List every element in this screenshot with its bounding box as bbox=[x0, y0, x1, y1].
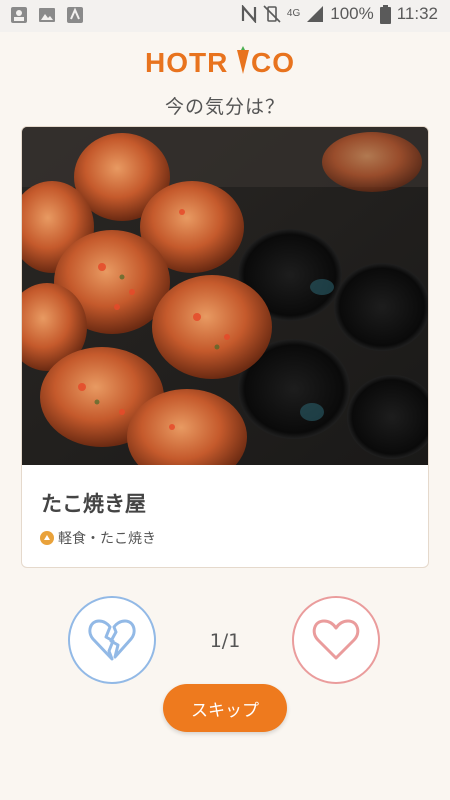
nfc-icon bbox=[241, 5, 256, 23]
like-button[interactable] bbox=[292, 596, 380, 684]
notification-icons bbox=[10, 5, 84, 25]
battery-percent: 100% bbox=[330, 4, 374, 23]
contact-card-icon bbox=[11, 7, 27, 23]
mood-prompt: 今の気分は？ bbox=[164, 96, 285, 118]
battery-icon bbox=[379, 4, 391, 24]
app-logo: HOTR CO bbox=[0, 46, 450, 82]
svg-text:CO: CO bbox=[251, 47, 295, 78]
restaurant-photo bbox=[22, 127, 428, 465]
system-indicators: 4G 100% 11:32 bbox=[241, 4, 438, 24]
restaurant-category: 軽食・たこ焼き bbox=[58, 531, 156, 547]
image-icon bbox=[39, 8, 55, 22]
restaurant-name: たこ焼き屋 bbox=[41, 492, 146, 516]
svg-text:HOTR: HOTR bbox=[145, 47, 228, 78]
hotrico-logo: HOTR CO bbox=[145, 46, 295, 78]
app-icon bbox=[67, 7, 83, 23]
network-type: 4G bbox=[286, 8, 301, 19]
heart-icon bbox=[312, 619, 360, 660]
category-icon bbox=[40, 531, 54, 545]
card-counter: 1/1 bbox=[209, 630, 241, 652]
skip-button[interactable]: スキップ bbox=[163, 684, 287, 732]
signal-icon bbox=[307, 6, 324, 22]
vibrate-off-icon bbox=[263, 5, 281, 23]
status-bar: 4G 100% 11:32 bbox=[0, 0, 450, 32]
clock: 11:32 bbox=[396, 4, 438, 23]
